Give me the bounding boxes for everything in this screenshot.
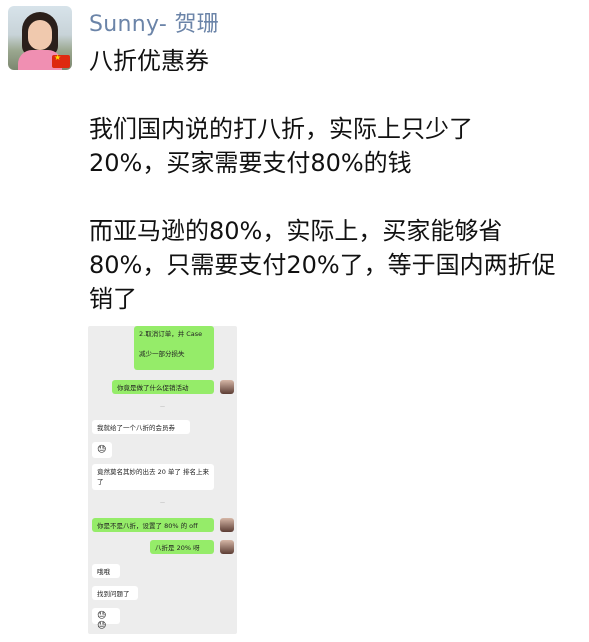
sender-name[interactable]: Sunny- 贺珊 <box>89 6 219 38</box>
china-flag-icon <box>52 53 70 68</box>
message-text: 八折优惠券 我们国内说的打八折，实际上只少了 20%，买家需要支付80%的钱 而… <box>89 47 556 313</box>
avatar-thumbnail <box>220 518 234 532</box>
chat-bubble: 😓😓 <box>92 608 120 631</box>
chat-bubble: 哦哦 <box>92 564 120 578</box>
chat-screenshot-image[interactable]: 2.取消订单，并 Case 减少一部分损失 你竟是做了什么促销活动 — 我就给了… <box>88 326 237 634</box>
sender-avatar[interactable] <box>8 6 72 70</box>
chat-bubble: 找到问题了 <box>92 586 138 600</box>
timestamp-divider: — <box>160 500 165 506</box>
avatar-thumbnail <box>220 540 234 554</box>
chat-bubble: 你是不是八折，设置了 80% 的 off <box>92 518 214 532</box>
chat-bubble: 2.取消订单，并 Case 减少一部分损失 <box>134 326 214 370</box>
chat-bubble: 八折是 20% 呀 <box>150 540 214 554</box>
timestamp-divider: — <box>160 404 165 410</box>
chat-bubble: 😓 <box>92 442 112 458</box>
avatar-thumbnail <box>220 380 234 394</box>
chat-bubble: 竟然莫名其妙的出去 20 单了 排名上来了 <box>92 464 214 490</box>
avatar-face <box>28 20 52 50</box>
chat-bubble: 我就给了一个八折的会员券 <box>92 420 190 434</box>
chat-bubble: 你竟是做了什么促销活动 <box>112 380 214 394</box>
